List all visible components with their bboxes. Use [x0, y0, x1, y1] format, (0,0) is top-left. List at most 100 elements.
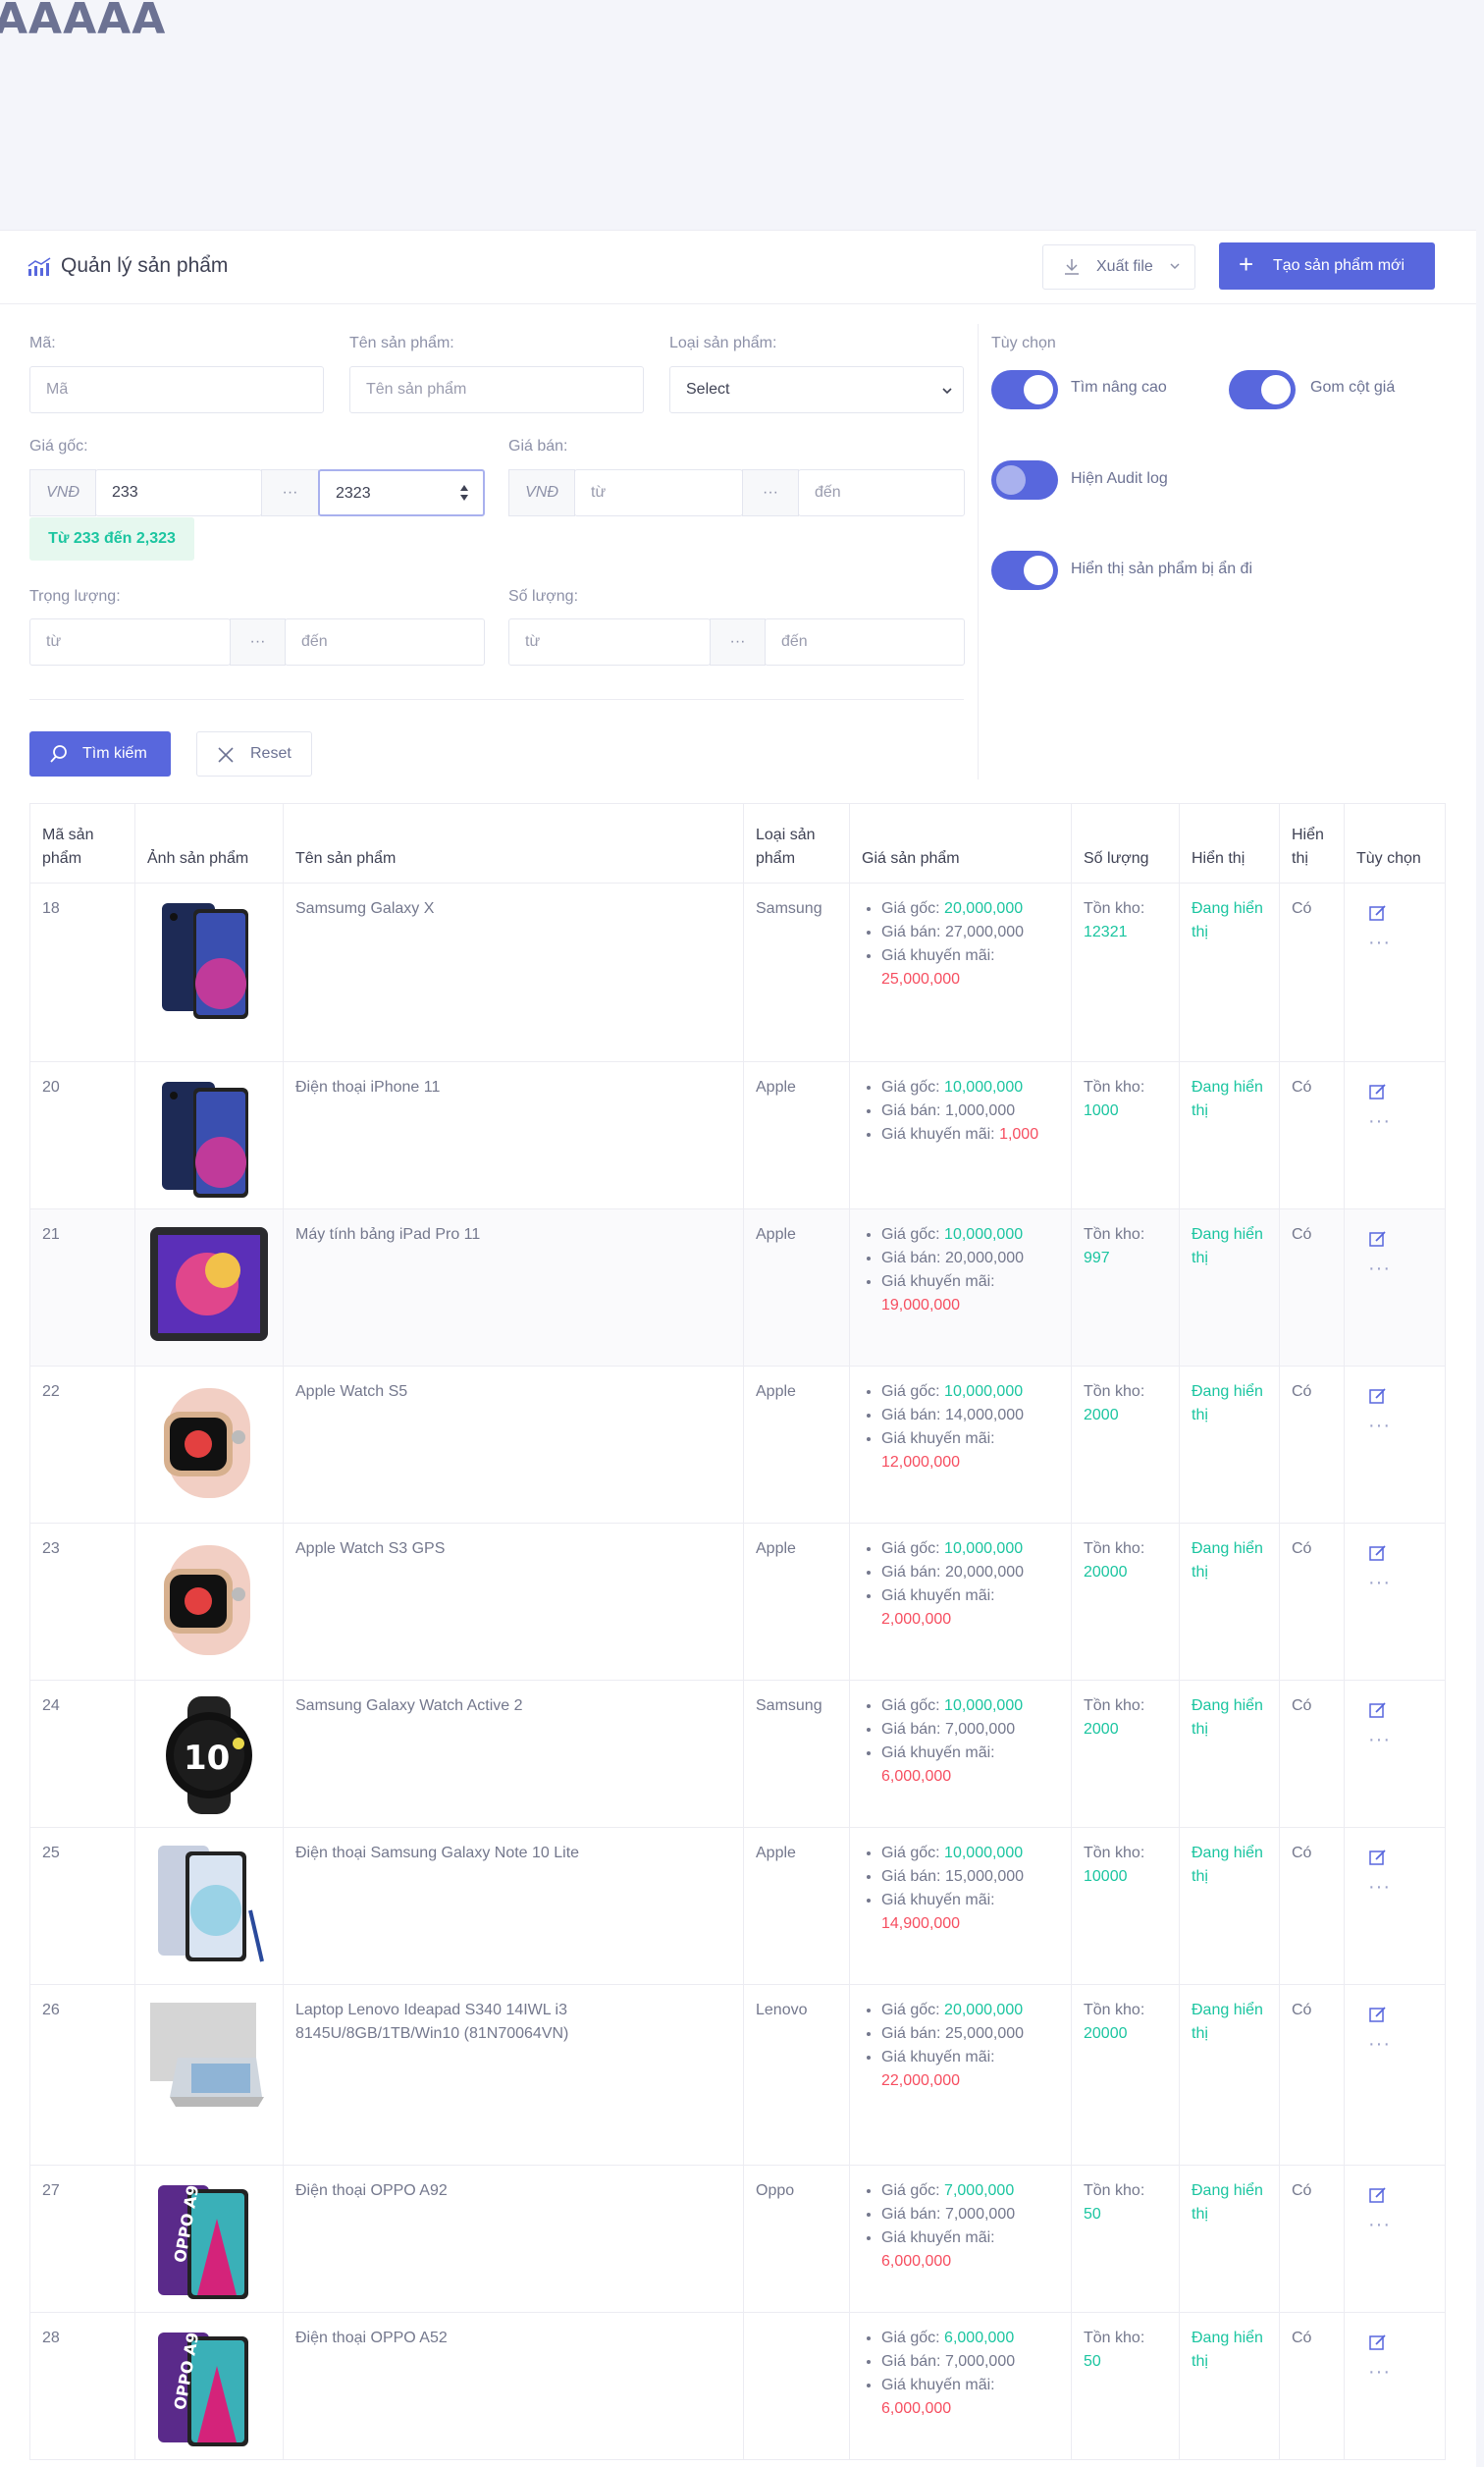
more-icon[interactable]: ··· [1368, 1875, 1433, 1899]
product-name[interactable]: Điện thoại OPPO A52 [283, 2312, 744, 2460]
sell-price-item: Giá bán: 7,000,000 [881, 1718, 1059, 1742]
edit-icon[interactable] [1368, 1848, 1388, 1867]
product-id: 25 [29, 1827, 135, 1985]
column-header[interactable]: Ảnh sản phẩm [134, 803, 284, 884]
product-name[interactable]: Apple Watch S3 GPS [283, 1523, 744, 1681]
cost-from-input[interactable]: 233 [95, 469, 262, 516]
group-price-toggle[interactable] [1229, 370, 1296, 409]
audit-log-toggle[interactable] [991, 460, 1058, 500]
edit-icon[interactable] [1368, 903, 1388, 923]
weight-to-input[interactable]: đến [285, 618, 485, 666]
column-header[interactable]: Loại sản phẩm [743, 803, 850, 884]
edit-icon[interactable] [1368, 1700, 1388, 1720]
table-row[interactable]: 21 Máy tính bảng iPad Pro 11 Apple Giá g… [29, 1208, 1446, 1367]
qty-to-input[interactable]: đến [765, 618, 965, 666]
table-row[interactable]: 28 OPPO A92 Điện thoại OPPO A52 Giá gốc:… [29, 2312, 1446, 2460]
visibility-status: Đang hiển thị [1179, 883, 1280, 1062]
more-icon[interactable]: ··· [1368, 1257, 1433, 1280]
page-heading: AAAAA [0, 0, 167, 44]
search-button[interactable]: Tìm kiếm [29, 731, 171, 777]
product-image-cell [134, 1984, 284, 2166]
product-name[interactable]: Máy tính bảng iPad Pro 11 [283, 1208, 744, 1367]
product-type: Apple [743, 1366, 850, 1524]
product-type: Oppo [743, 2165, 850, 2313]
cost-price-label: Giá gốc: [881, 1079, 940, 1096]
sell-price-value: 7,000,000 [944, 2353, 1016, 2370]
edit-icon[interactable] [1368, 2005, 1388, 2024]
product-name-input[interactable]: Tên sản phẩm [349, 366, 644, 413]
product-name[interactable]: Điện thoại iPhone 11 [283, 1061, 744, 1209]
cost-price-label: Giá gốc: [881, 2002, 940, 2018]
column-header[interactable]: Giá sản phẩm [849, 803, 1072, 884]
yes-text: Có [1292, 2330, 1312, 2346]
stock-value: 2000 [1084, 1407, 1119, 1423]
product-prices: Giá gốc: 20,000,000 Giá bán: 27,000,000 … [849, 883, 1072, 1062]
table-row[interactable]: 20 Điện thoại iPhone 11 Apple Giá gốc: 1… [29, 1061, 1446, 1209]
table-row[interactable]: 25 Điện thoại Samsung Galaxy Note 10 Lit… [29, 1827, 1446, 1985]
table-row[interactable]: 22 Apple Watch S5 Apple Giá gốc: 10,000,… [29, 1366, 1446, 1524]
table-row[interactable]: 26 Laptop Lenovo Ideapad S340 14IWL i3 8… [29, 1984, 1446, 2166]
table-row[interactable]: 23 Apple Watch S3 GPS Apple Giá gốc: 10,… [29, 1523, 1446, 1681]
product-type-select[interactable]: Select [669, 366, 964, 413]
column-header[interactable]: Tùy chọn [1344, 803, 1446, 884]
more-icon[interactable]: ··· [1368, 1414, 1433, 1437]
edit-icon[interactable] [1368, 1543, 1388, 1563]
column-header[interactable]: Số lượng [1071, 803, 1180, 884]
options-divider [978, 324, 979, 779]
product-name[interactable]: Apple Watch S5 [283, 1366, 744, 1524]
spinner-icon[interactable] [459, 483, 469, 503]
more-icon[interactable]: ··· [1368, 2032, 1433, 2056]
cost-price-value: 10,000,000 [944, 1845, 1024, 1861]
column-header[interactable]: Mã sản phẩm [29, 803, 135, 884]
more-icon[interactable]: ··· [1368, 2360, 1433, 2384]
sell-price-value: 20,000,000 [944, 1250, 1025, 1266]
export-file-button[interactable]: Xuất file [1042, 244, 1195, 290]
product-name[interactable]: Samsung Galaxy Watch Active 2 [283, 1680, 744, 1828]
row-actions: ··· [1344, 1984, 1446, 2166]
promo-price-item: Giá khuyến mãi: 12,000,000 [881, 1427, 1059, 1475]
table-row[interactable]: 24 10 Samsung Galaxy Watch Active 2 Sams… [29, 1680, 1446, 1828]
visibility-status: Đang hiển thị [1179, 1984, 1280, 2166]
edit-icon[interactable] [1368, 2185, 1388, 2205]
edit-icon[interactable] [1368, 2333, 1388, 2352]
product-name[interactable]: Điện thoại Samsung Galaxy Note 10 Lite [283, 1827, 744, 1985]
row-actions: ··· [1344, 1208, 1446, 1367]
cost-price-item: Giá gốc: 10,000,000 [881, 1223, 1059, 1247]
product-name[interactable]: Điện thoại OPPO A92 [283, 2165, 744, 2313]
weight-from-input[interactable]: từ [29, 618, 231, 666]
advanced-search-toggle[interactable] [991, 370, 1058, 409]
edit-icon[interactable] [1368, 1082, 1388, 1101]
show-hidden-toggle[interactable] [991, 551, 1058, 590]
product-name[interactable]: Laptop Lenovo Ideapad S340 14IWL i3 8145… [283, 1984, 744, 2166]
edit-icon[interactable] [1368, 1386, 1388, 1406]
code-input[interactable]: Mã [29, 366, 324, 413]
more-icon[interactable]: ··· [1368, 931, 1433, 954]
cost-to-input[interactable]: 2323 [318, 469, 485, 516]
sell-price-value: 1,000,000 [944, 1102, 1016, 1119]
edit-icon[interactable] [1368, 1229, 1388, 1249]
product-name[interactable]: Samsumg Galaxy X [283, 883, 744, 1062]
promo-price-label: Giá khuyến mãi: [881, 1587, 995, 1604]
column-header[interactable]: Hiển thị [1179, 803, 1280, 884]
sell-price-item: Giá bán: 15,000,000 [881, 1865, 1059, 1889]
qty-from-input[interactable]: từ [508, 618, 711, 666]
column-header[interactable]: Hiển thị [1279, 803, 1345, 884]
stock-label: Tồn kho: [1084, 2002, 1145, 2018]
price-to-input[interactable]: đến [798, 469, 965, 516]
more-icon[interactable]: ··· [1368, 2213, 1433, 2236]
more-icon[interactable]: ··· [1368, 1109, 1433, 1133]
column-header[interactable]: Tên sản phẩm [283, 803, 744, 884]
visibility-flag: Có [1279, 1827, 1345, 1985]
table-row[interactable]: 18 Samsumg Galaxy X Samsung Giá gốc: 20,… [29, 883, 1446, 1062]
create-product-button[interactable]: + Tạo sản phẩm mới [1219, 242, 1435, 290]
visibility-flag: Có [1279, 1061, 1345, 1209]
stock-label: Tồn kho: [1084, 1697, 1145, 1714]
more-icon[interactable]: ··· [1368, 1571, 1433, 1594]
sell-price-item: Giá bán: 1,000,000 [881, 1099, 1059, 1123]
sell-price-value: 15,000,000 [944, 1868, 1025, 1885]
reset-button[interactable]: Reset [196, 731, 312, 777]
cost-price-item: Giá gốc: 10,000,000 [881, 1537, 1059, 1561]
price-from-input[interactable]: từ [574, 469, 743, 516]
table-row[interactable]: 27 OPPO A92 Điện thoại OPPO A92 Oppo Giá… [29, 2165, 1446, 2313]
more-icon[interactable]: ··· [1368, 1728, 1433, 1751]
